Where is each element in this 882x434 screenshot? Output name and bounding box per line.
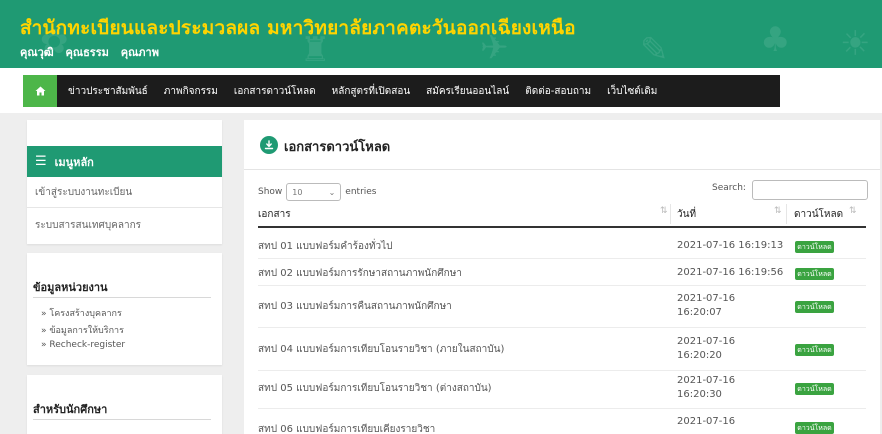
document-link[interactable]: สทป 04 แบบฟอร์มการเทียบโอนรายวิชา (ภายใน… <box>258 342 504 357</box>
site-title[interactable]: สำนักทะเบียนและประมวลผล มหาวิทยาลัยภาคตะ… <box>20 13 576 43</box>
column-header-document[interactable]: เอกสาร <box>258 202 291 226</box>
unit-info-panel: ข้อมูลหน่วยงาน » โครงสร้างบุคลากร » ข้อม… <box>27 253 222 365</box>
row-date: 2021-07-16 <box>677 416 736 427</box>
row-date: 2021-07-16 16:19:13 <box>677 240 784 251</box>
sort-icon[interactable]: ⇅ <box>774 206 782 216</box>
search-input[interactable] <box>752 180 868 200</box>
nav-item-downloads[interactable]: เอกสารดาวน์โหลด <box>226 75 324 107</box>
student-section-title: สำหรับนักศึกษา <box>33 403 108 416</box>
decor-icon: ✎ <box>640 30 669 68</box>
column-header-date[interactable]: วันที่ <box>677 202 696 226</box>
sidebar-link-registration[interactable]: เข้าสู่ระบบงานทะเบียน <box>27 177 222 208</box>
row-divider <box>258 327 866 328</box>
row-date: 2021-07-16 16:19:56 <box>677 267 784 278</box>
divider <box>33 419 211 420</box>
student-panel: สำหรับนักศึกษา <box>27 375 222 434</box>
column-separator <box>786 204 787 224</box>
row-divider <box>258 408 866 409</box>
nav-item-courses[interactable]: หลักสูตรที่เปิดสอน <box>324 75 419 107</box>
sidebar-link-services[interactable]: » ข้อมูลการให้บริการ <box>41 323 124 337</box>
decor-icon: ♣ <box>760 20 791 60</box>
row-divider <box>258 370 866 371</box>
document-link[interactable]: สทป 02 แบบฟอร์มการรักษาสถานภาพนักศึกษา <box>258 266 462 281</box>
document-link[interactable]: สทป 06 แบบฟอร์มการเทียบเคียงรายวิชา <box>258 422 435 434</box>
row-date: 2021-07-16 16:20:30 <box>677 375 736 400</box>
main-menu-header: ☰ เมนูหลัก <box>27 146 222 177</box>
download-button[interactable]: ดาวน์โหลด <box>795 383 834 395</box>
page-title: เอกสารดาวน์โหลด <box>284 140 391 155</box>
site-motto: คุณวุฒิ คุณธรรม คุณภาพ <box>20 43 167 61</box>
row-divider <box>258 285 866 286</box>
page-size-value: 10 <box>292 187 303 197</box>
row-date: 2021-07-16 16:20:20 <box>677 336 736 361</box>
downloads-panel: เอกสารดาวน์โหลด Show 10 ⌄ entries Search… <box>244 120 880 434</box>
download-button[interactable]: ดาวน์โหลด <box>795 241 834 253</box>
row-divider <box>258 258 866 259</box>
decor-icon: ☀ <box>840 24 871 64</box>
main-menu-title: เมนูหลัก <box>54 155 94 169</box>
panel-header: เอกสารดาวน์โหลด <box>244 120 880 170</box>
column-separator <box>670 204 671 224</box>
row-date: 2021-07-16 16:20:07 <box>677 293 736 318</box>
sidebar-link-recheck-register[interactable]: » Recheck-register <box>41 340 125 350</box>
divider <box>33 297 211 298</box>
motto-word: คุณวุฒิ <box>20 46 54 59</box>
menu-bars-icon: ☰ <box>35 154 47 169</box>
download-button[interactable]: ดาวน์โหลด <box>795 268 834 280</box>
nav-item-news[interactable]: ข่าวประชาสัมพันธ์ <box>57 75 156 107</box>
chevron-down-icon: ⌄ <box>328 187 336 197</box>
nav-home-button[interactable] <box>23 75 57 107</box>
nav-item-apply-online[interactable]: สมัครเรียนออนไลน์ <box>418 75 517 107</box>
column-header-download[interactable]: ดาวน์โหลด <box>794 202 843 226</box>
download-button[interactable]: ดาวน์โหลด <box>795 301 834 313</box>
download-icon <box>260 136 278 154</box>
download-button[interactable]: ดาวน์โหลด <box>795 344 834 356</box>
nav-item-activities[interactable]: ภาพกิจกรรม <box>156 75 226 107</box>
navbar: ข่าวประชาสัมพันธ์ ภาพกิจกรรม เอกสารดาวน์… <box>0 68 882 113</box>
home-icon <box>35 86 45 96</box>
sidebar-link-structure[interactable]: » โครงสร้างบุคลากร <box>41 306 122 320</box>
navbar-menu: ข่าวประชาสัมพันธ์ ภาพกิจกรรม เอกสารดาวน์… <box>23 75 780 107</box>
motto-word: คุณภาพ <box>120 46 159 59</box>
show-label: Show <box>258 187 283 197</box>
page-size-select[interactable]: 10 ⌄ <box>286 183 342 201</box>
entries-label: entries <box>345 187 377 197</box>
sidebar-link-personnel-system[interactable]: ระบบสารสนเทศบุคลากร <box>27 210 222 241</box>
main-menu-panel: ☰ เมนูหลัก เข้าสู่ระบบงานทะเบียน ระบบสาร… <box>27 120 222 244</box>
unit-info-title: ข้อมูลหน่วยงาน <box>33 281 108 294</box>
document-link[interactable]: สทป 03 แบบฟอร์มการคืนสถานภาพนักศึกษา <box>258 299 452 314</box>
nav-item-old-website[interactable]: เว็บไซต์เดิม <box>599 75 665 107</box>
search-label: Search: <box>712 183 746 193</box>
nav-item-contact[interactable]: ติดต่อ-สอบถาม <box>517 75 599 107</box>
download-button[interactable]: ดาวน์โหลด <box>795 422 834 434</box>
document-link[interactable]: สทป 01 แบบฟอร์มคำร้องทั่วไป <box>258 239 392 254</box>
motto-word: คุณธรรม <box>65 46 109 59</box>
sort-icon[interactable]: ⇅ <box>660 206 668 216</box>
table-header-divider <box>258 226 866 228</box>
page-size-control: Show 10 ⌄ entries <box>258 183 377 201</box>
header-banner: ✿ ♜ ✈ ✎ ♣ ☀ สำนักทะเบียนและประมวลผล มหาว… <box>0 0 882 68</box>
document-link[interactable]: สทป 05 แบบฟอร์มการเทียบโอนรายวิชา (ต่างส… <box>258 381 492 396</box>
sort-icon[interactable]: ⇅ <box>849 206 857 216</box>
